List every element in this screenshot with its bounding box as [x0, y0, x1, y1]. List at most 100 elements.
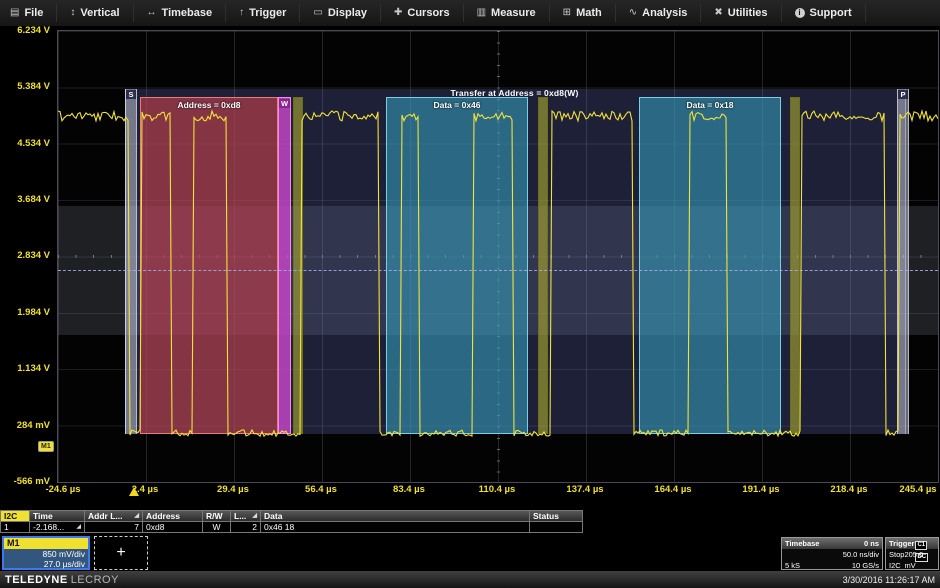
menu-item-label: Utilities: [728, 7, 768, 19]
trigger-descriptor[interactable]: Trigger C1DC Stop 205.0 mV I2C: [885, 537, 939, 570]
table-header-data[interactable]: Data: [261, 510, 530, 522]
x-axis-tick-label: 29.4 µs: [217, 484, 249, 495]
sda-waveform-trace: [58, 31, 938, 482]
y-axis-tick-label: 284 mV: [0, 420, 50, 431]
oscilloscope-screen: ▤ File ↕ Vertical ↔ Timebase ↑Trigger ▭ Disp…: [0, 0, 940, 588]
menu-item-measure[interactable]: ▥ Measure: [464, 4, 550, 22]
timebase-header: Timebase 0 ns: [782, 538, 882, 549]
timebase-sampling-row: 5 kS 10 GS/s: [782, 560, 882, 571]
timebase-rate: 10 GS/s: [852, 560, 879, 571]
display-icon: ▭: [313, 8, 322, 18]
m1-zero-level-badge[interactable]: M1: [38, 441, 54, 452]
menu-bar: ▤ File ↕ Vertical ↔ Timebase ↑Trigger ▭ Disp…: [0, 0, 940, 27]
menu-item-support[interactable]: i Support: [782, 4, 866, 22]
trigger-type: I2C: [889, 560, 901, 571]
x-axis-tick-label: -24.6 µs: [45, 484, 80, 495]
menu-item-label: Cursors: [407, 7, 449, 19]
menu-item-label: Measure: [491, 7, 536, 19]
x-axis-tick-label: 110.4 µs: [479, 484, 516, 495]
x-axis-tick-label: 191.4 µs: [742, 484, 779, 495]
brand-logo: TELEDYNELECROY: [5, 574, 119, 586]
table-header-len[interactable]: L...◢: [231, 510, 261, 522]
info-icon: i: [795, 8, 805, 18]
table-row[interactable]: 1 -2.168...◢ 7 0xd8 W 2 0x46 18: [0, 522, 583, 533]
math-icon: ⊞: [563, 8, 571, 18]
plus-icon: +: [116, 544, 125, 562]
status-bar: TELEDYNELECROY 3/30/2016 11:26:17 AM: [0, 571, 940, 588]
table-header-protocol[interactable]: I2C: [0, 510, 30, 522]
m1-trace-title: M1: [4, 538, 88, 549]
x-axis-tick-label: 137.4 µs: [566, 484, 603, 495]
menu-item-math[interactable]: ⊞ Math: [550, 4, 616, 22]
table-header-time[interactable]: Time: [30, 510, 85, 522]
cell-index: 1: [0, 522, 30, 533]
menu-item-label: Timebase: [162, 7, 213, 19]
menu-item-label: File: [24, 7, 43, 19]
horizontal-arrows-icon: ↔: [147, 8, 157, 18]
trigger-mode: Stop: [889, 549, 904, 560]
file-icon: ▤: [10, 8, 19, 18]
y-axis-tick-label: 6.234 V: [0, 25, 50, 36]
table-header-address[interactable]: Address: [143, 510, 203, 522]
x-axis-tick-label: 245.4 µs: [899, 484, 936, 495]
add-trace-button[interactable]: +: [94, 536, 148, 570]
timebase-title: Timebase: [785, 538, 819, 549]
table-header-rw[interactable]: R/W: [203, 510, 231, 522]
trigger-mode-row: Stop 205.0 mV: [886, 549, 938, 560]
x-axis-tick-label: 164.4 µs: [654, 484, 691, 495]
timebase-tdiv-row: 50.0 ns/div: [782, 549, 882, 560]
menu-item-label: Analysis: [642, 7, 687, 19]
timebase-offset: 0 ns: [864, 538, 879, 549]
cell-status: [530, 522, 583, 533]
i2c-decode-table[interactable]: I2C Time Addr L...◢ Address R/W L...◢ Da…: [0, 510, 583, 533]
menu-item-label: Trigger: [249, 7, 286, 19]
y-axis-tick-label: 5.384 V: [0, 81, 50, 92]
timebase-samples: 5 kS: [785, 560, 800, 571]
x-axis-tick-label: 83.4 µs: [393, 484, 425, 495]
cell-address: 0xd8: [143, 522, 203, 533]
cell-addr-len: 7: [85, 522, 143, 533]
tools-icon: ✖: [714, 8, 722, 18]
menu-item-file[interactable]: ▤ File: [0, 4, 57, 22]
m1-vdiv: 850 mV/div: [4, 549, 88, 559]
menu-item-utilities[interactable]: ✖ Utilities: [701, 4, 781, 22]
menu-item-label: Vertical: [80, 7, 119, 19]
cell-len: 2: [231, 522, 261, 533]
cell-data: 0x46 18: [261, 522, 530, 533]
menu-item-label: Math: [576, 7, 602, 19]
menu-item-cursors[interactable]: ✚ Cursors: [381, 4, 464, 22]
waveform-grid[interactable]: S Address = 0xd8 W Data = 0x46 Data = 0x…: [57, 30, 939, 483]
timebase-tdiv: 50.0 ns/div: [843, 549, 879, 560]
x-axis-tick-label: 56.4 µs: [305, 484, 337, 495]
menu-item-label: Display: [328, 7, 367, 19]
menu-item-display[interactable]: ▭ Display: [300, 4, 381, 22]
menu-item-timebase[interactable]: ↔ Timebase: [134, 4, 227, 22]
y-axis-tick-label: 4.534 V: [0, 138, 50, 149]
measure-icon: ▥: [477, 8, 486, 18]
x-axis-tick-label: 218.4 µs: [830, 484, 867, 495]
menu-item-analysis[interactable]: ∿ Analysis: [616, 4, 702, 22]
m1-tdiv: 27.0 µs/div: [4, 559, 88, 569]
timebase-descriptor[interactable]: Timebase 0 ns 50.0 ns/div 5 kS 10 GS/s: [781, 537, 883, 570]
y-axis-tick-label: -566 mV: [0, 476, 50, 487]
trigger-level: 205.0 mV: [904, 549, 935, 560]
sort-icon: ◢: [252, 511, 257, 521]
menu-item-vertical[interactable]: ↕ Vertical: [57, 4, 133, 22]
y-axis-tick-label: 1.134 V: [0, 363, 50, 374]
y-axis-tick-label: 3.684 V: [0, 194, 50, 205]
cursor-cross-icon: ✚: [394, 8, 402, 18]
table-header-row: I2C Time Addr L...◢ Address R/W L...◢ Da…: [0, 510, 583, 522]
datetime-label: 3/30/2016 11:26:17 AM: [843, 575, 935, 585]
menu-item-trigger[interactable]: ↑Trigger: [226, 4, 300, 22]
analysis-chart-icon: ∿: [629, 8, 637, 18]
vertical-arrows-icon: ↕: [70, 8, 75, 18]
menu-item-label: Support: [810, 7, 852, 19]
cell-time: -2.168...◢: [30, 522, 85, 533]
y-axis-tick-label: 1.984 V: [0, 307, 50, 318]
m1-trace-descriptor[interactable]: M1 850 mV/div 27.0 µs/div: [2, 536, 90, 570]
sort-icon: ◢: [76, 522, 81, 532]
table-header-addr-len[interactable]: Addr L...◢: [85, 510, 143, 522]
sort-icon: ◢: [134, 511, 139, 521]
trigger-time-marker[interactable]: [129, 487, 139, 496]
table-header-status[interactable]: Status: [530, 510, 583, 522]
